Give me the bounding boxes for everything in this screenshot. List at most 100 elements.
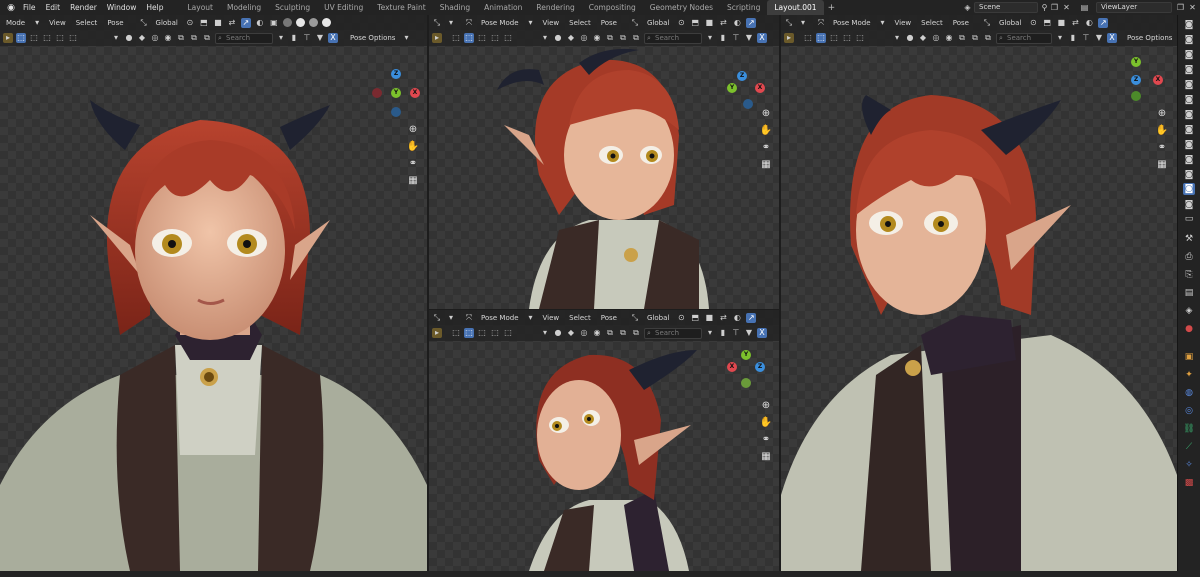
pivot-icon[interactable]: ⊙ [676, 18, 686, 28]
play-icon[interactable]: ▸ [432, 33, 442, 43]
output-icon[interactable]: ⎘ [1183, 269, 1195, 281]
camera-icon[interactable]: ◙ [1183, 19, 1195, 31]
camera-icon[interactable]: ◙ [1183, 154, 1195, 166]
overlay-icon[interactable]: ◐ [732, 313, 742, 323]
camera-icon[interactable]: ◙ [1183, 94, 1195, 106]
gizmo-y-axis[interactable]: Y [391, 88, 401, 98]
select-subtract-icon[interactable]: ⬚ [477, 328, 487, 338]
x-mirror-icon[interactable]: X [1107, 33, 1117, 43]
select-subtract-icon[interactable]: ⬚ [477, 33, 487, 43]
new-scene-icon[interactable]: ❐ [1050, 3, 1059, 12]
camera-icon[interactable]: ◙ [1183, 49, 1195, 61]
pivot-icon[interactable]: ⊙ [1028, 18, 1038, 28]
hierarchy-icon[interactable]: ⊤ [302, 33, 312, 43]
search-input[interactable]: Search [215, 32, 273, 44]
select-menu[interactable]: Select [566, 312, 594, 324]
play-icon[interactable]: ▸ [784, 33, 794, 43]
record-icon[interactable]: ◉ [592, 33, 602, 43]
view-layer-icon[interactable]: ▤ [1080, 3, 1089, 12]
paste-pose-icon[interactable]: ⧉ [970, 33, 980, 43]
tab-geometry-nodes[interactable]: Geometry Nodes [643, 0, 720, 15]
bookmark-icon[interactable]: ▮ [1068, 33, 1078, 43]
gizmo-z-axis[interactable]: Z [391, 69, 401, 79]
gizmo-x-axis[interactable]: X [410, 88, 420, 98]
hierarchy-icon[interactable]: ⊤ [731, 33, 741, 43]
tab-scripting[interactable]: Scripting [720, 0, 767, 15]
paste-flipped-icon[interactable]: ⧉ [631, 328, 641, 338]
pose-menu[interactable]: Pose [104, 17, 126, 29]
pan-hand-icon[interactable]: ✋ [759, 124, 773, 138]
gizmo-z-axis[interactable]: Z [737, 71, 747, 81]
transform-toggle-icon[interactable]: ↗ [1098, 17, 1109, 28]
overlay-icon[interactable]: ◐ [255, 18, 265, 28]
world-icon[interactable]: ● [1183, 323, 1195, 335]
color-ball-icon[interactable]: ● [553, 328, 563, 338]
color-swatch-icon[interactable]: ■ [213, 18, 223, 28]
copy-pose-icon[interactable]: ⧉ [176, 33, 186, 43]
tab-rendering[interactable]: Rendering [529, 0, 581, 15]
viewport-top-middle[interactable]: ⤡ ▾ ⤧ Pose Mode ▾ View Select Pose ⤡ Glo… [429, 15, 779, 309]
tab-shading[interactable]: Shading [433, 0, 477, 15]
tab-animation[interactable]: Animation [477, 0, 529, 15]
data-icon[interactable]: ✧ [1183, 459, 1195, 471]
gizmo-neg-y[interactable] [1131, 91, 1141, 101]
color-swatch-icon[interactable]: ■ [704, 18, 714, 28]
modifier-icon[interactable]: ✦ [1183, 369, 1195, 381]
select-invert-icon[interactable]: ⬚ [490, 328, 500, 338]
snap-icon[interactable]: ⬒ [1042, 18, 1052, 28]
gizmo-toggle-icon[interactable]: ⇄ [718, 18, 728, 28]
tab-compositing[interactable]: Compositing [582, 0, 643, 15]
search-input[interactable]: Search [996, 32, 1052, 44]
zoom-icon[interactable]: ⊕ [1155, 107, 1169, 121]
select-menu[interactable]: Select [918, 17, 946, 29]
select-invert-icon[interactable]: ⬚ [842, 33, 852, 43]
keying-set-icon[interactable]: ◎ [579, 33, 589, 43]
shading-solid-icon[interactable] [295, 18, 305, 27]
transform-orientation-icon[interactable]: ⤡ [139, 18, 149, 28]
camera-icon[interactable]: ◙ [1183, 139, 1195, 151]
tab-texture-paint[interactable]: Texture Paint [370, 0, 432, 15]
snap-icon[interactable]: ⬒ [199, 18, 209, 28]
gizmo-z-axis[interactable]: Z [1131, 75, 1141, 85]
add-workspace-button[interactable]: + [824, 3, 840, 13]
gizmo-z-axis[interactable]: Z [755, 362, 765, 372]
gizmo-neg-x[interactable] [372, 88, 382, 98]
search-input[interactable]: Search [644, 327, 702, 339]
snap-icon[interactable]: ⬒ [690, 18, 700, 28]
mode-dropdown[interactable]: Pose Mode [830, 17, 874, 29]
transform-orientation-icon[interactable]: ⤡ [630, 313, 640, 323]
play-icon[interactable]: ▸ [432, 328, 442, 338]
paste-flipped-icon[interactable]: ⧉ [202, 33, 212, 43]
navigation-gizmo[interactable]: Y X Z [723, 348, 775, 400]
keying-set-icon[interactable]: ◎ [931, 33, 941, 43]
select-extend-icon[interactable]: ⬚ [816, 33, 826, 43]
copy-pose-icon[interactable]: ⧉ [605, 328, 615, 338]
transform-toggle-icon[interactable]: ↗ [240, 17, 251, 28]
select-intersect-icon[interactable]: ⬚ [503, 328, 513, 338]
gizmo-toggle-icon[interactable]: ⇄ [718, 313, 728, 323]
select-box-icon[interactable]: ⬚ [803, 33, 813, 43]
tab-modeling[interactable]: Modeling [220, 0, 268, 15]
gizmo-neg-y[interactable] [741, 378, 751, 388]
select-intersect-icon[interactable]: ⬚ [855, 33, 865, 43]
tab-layout[interactable]: Layout [180, 0, 220, 15]
keyframe-icon[interactable]: ◆ [566, 328, 576, 338]
chevron-down-icon[interactable]: ▾ [1055, 33, 1065, 43]
navigation-gizmo[interactable]: Y X Z [1123, 55, 1175, 107]
zoom-icon[interactable]: ⊕ [759, 107, 773, 121]
bookmark-icon[interactable]: ▮ [718, 33, 728, 43]
menu-render[interactable]: Render [65, 0, 102, 15]
orientation-dropdown[interactable]: Global [644, 312, 672, 324]
select-intersect-icon[interactable]: ⬚ [503, 33, 513, 43]
chevron-down-icon[interactable]: ▾ [705, 33, 715, 43]
gizmo-neg-z[interactable] [743, 99, 753, 109]
paste-pose-icon[interactable]: ⧉ [189, 33, 199, 43]
editor-type-icon[interactable]: ⤡ [432, 18, 442, 28]
new-view-layer-icon[interactable]: ❐ [1176, 3, 1185, 12]
transform-toggle-icon[interactable]: ↗ [746, 312, 757, 323]
bookmark-icon[interactable]: ▮ [289, 33, 299, 43]
mode-dropdown[interactable]: Mode [3, 17, 28, 29]
overlay-icon[interactable]: ◐ [732, 18, 742, 28]
x-mirror-icon[interactable]: X [757, 33, 767, 43]
bone-icon[interactable]: ⟋ [1183, 441, 1195, 453]
